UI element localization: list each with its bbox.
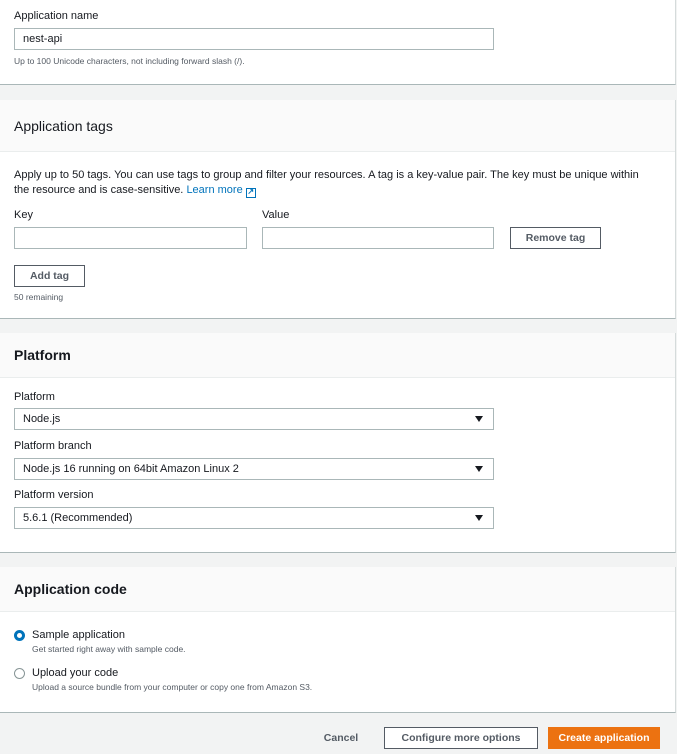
remove-tag-button[interactable]: Remove tag — [510, 227, 601, 249]
app-name-label: Application name — [14, 10, 99, 22]
add-tag-button[interactable]: Add tag — [14, 265, 85, 287]
platform-select[interactable]: Node.js — [14, 408, 494, 430]
caret-down-icon — [475, 466, 483, 472]
app-code-panel: Application code Sample application Get … — [0, 567, 676, 713]
app-name-panel: Application name nest-api Up to 100 Unic… — [0, 0, 676, 85]
platform-version-label: Platform version — [14, 489, 94, 501]
cancel-button[interactable]: Cancel — [318, 727, 364, 749]
platform-branch-value: Node.js 16 running on 64bit Amazon Linux… — [23, 463, 239, 475]
learn-more-link[interactable]: Learn more ↗ — [186, 184, 256, 198]
key-label: Key — [14, 209, 33, 221]
tags-description: Apply up to 50 tags. You can use tags to… — [14, 168, 654, 198]
upload-code-desc: Upload a source bundle from your compute… — [32, 682, 313, 692]
platform-label: Platform — [14, 391, 55, 403]
tags-remaining: 50 remaining — [14, 292, 64, 302]
value-label: Value — [262, 209, 290, 221]
configure-more-options-button[interactable]: Configure more options — [384, 727, 538, 749]
platform-version-select[interactable]: 5.6.1 (Recommended) — [14, 507, 494, 529]
app-name-input[interactable]: nest-api — [14, 28, 494, 50]
tag-key-input[interactable] — [14, 227, 247, 249]
platform-title: Platform — [0, 333, 675, 378]
tags-description-text: Apply up to 50 tags. You can use tags to… — [14, 169, 639, 196]
app-name-hint: Up to 100 Unicode characters, not includ… — [14, 56, 245, 66]
caret-down-icon — [475, 416, 483, 422]
tags-title: Application tags — [0, 100, 675, 152]
create-application-button[interactable]: Create application — [548, 727, 660, 749]
external-link-icon: ↗ — [245, 187, 256, 198]
tag-value-input[interactable] — [262, 227, 494, 249]
upload-code-radio[interactable] — [14, 668, 25, 679]
sample-application-desc: Get started right away with sample code. — [32, 644, 186, 654]
platform-version-value: 5.6.1 (Recommended) — [23, 512, 133, 524]
learn-more-text: Learn more — [186, 184, 243, 196]
platform-branch-label: Platform branch — [14, 440, 92, 452]
sample-application-label[interactable]: Sample application — [32, 629, 125, 641]
sample-application-radio[interactable] — [14, 630, 25, 641]
platform-panel: Platform Platform Node.js Platform branc… — [0, 333, 676, 553]
platform-branch-select[interactable]: Node.js 16 running on 64bit Amazon Linux… — [14, 458, 494, 480]
upload-code-label[interactable]: Upload your code — [32, 667, 118, 679]
app-code-title: Application code — [0, 567, 675, 612]
tags-panel: Application tags Apply up to 50 tags. Yo… — [0, 100, 676, 319]
platform-select-value: Node.js — [23, 413, 61, 425]
caret-down-icon — [475, 515, 483, 521]
